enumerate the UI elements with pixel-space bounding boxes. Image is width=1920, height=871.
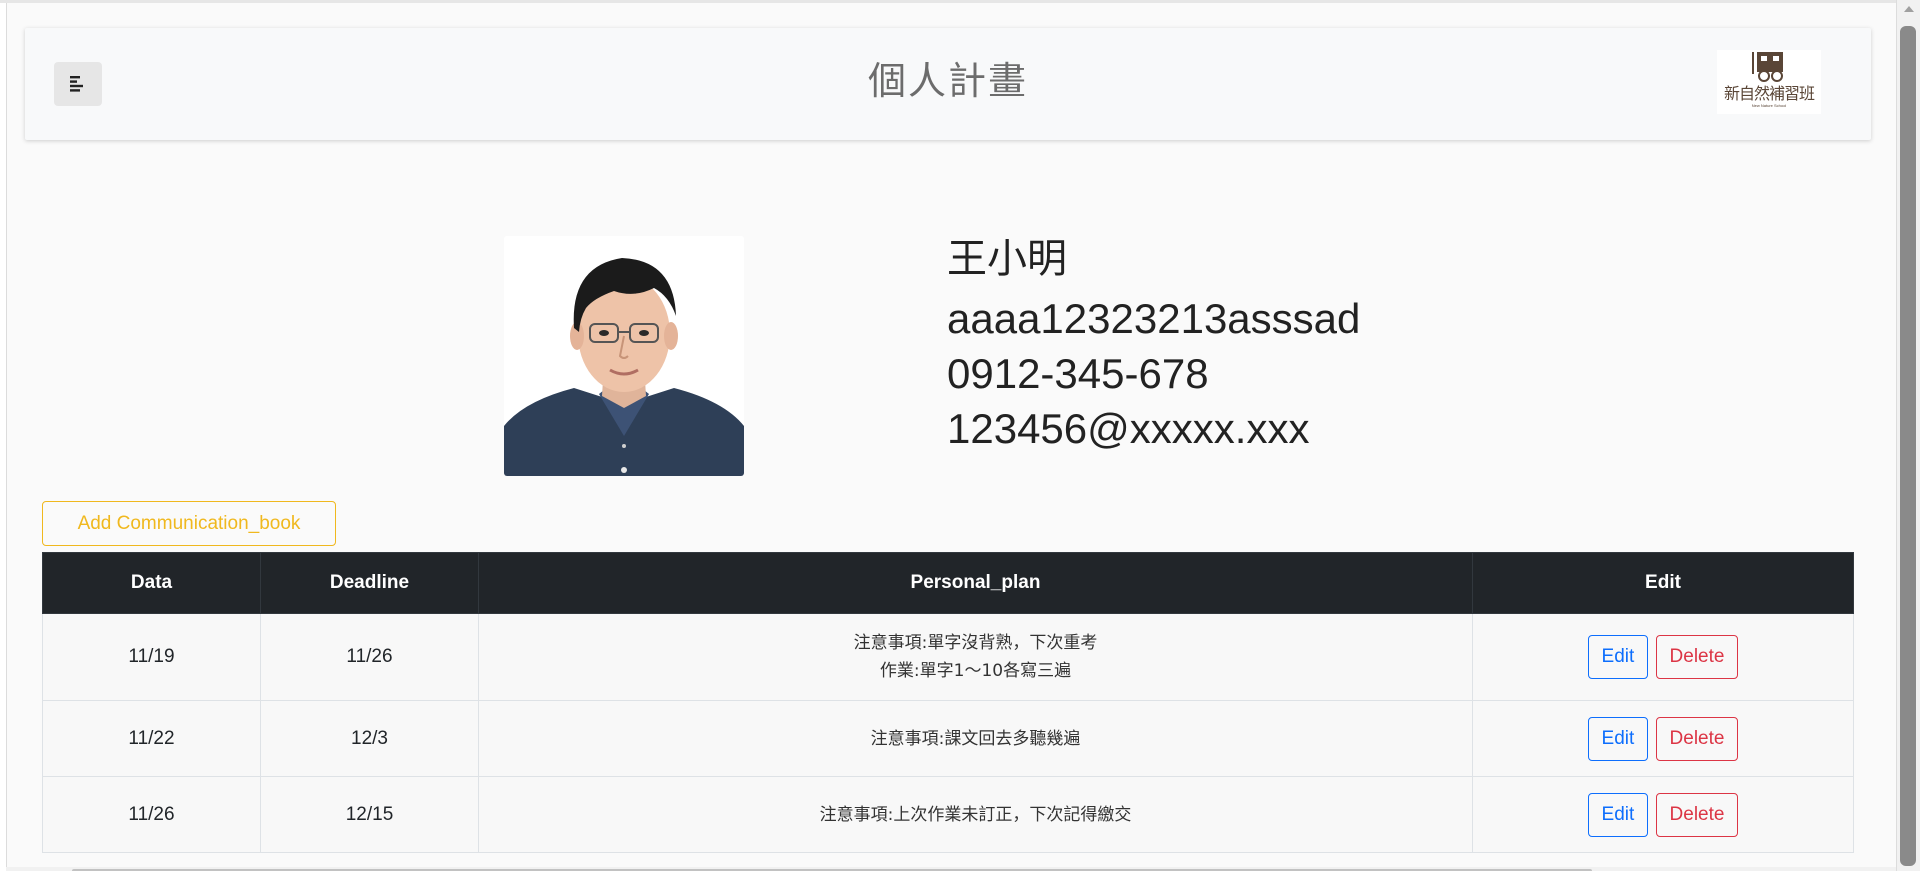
column-header-deadline: Deadline xyxy=(260,552,479,614)
horizontal-scrollbar[interactable] xyxy=(6,867,1896,871)
edit-button[interactable]: Edit xyxy=(1587,716,1649,761)
top-navbar: 個人計畫 新自然補習班 New Nature School xyxy=(25,28,1871,140)
vertical-scrollbar[interactable] xyxy=(1896,0,1920,871)
profile-email: 123456@xxxxx.xxx xyxy=(947,405,1310,452)
profile-username: aaaa12323213asssad xyxy=(947,295,1361,342)
cart-logo-icon xyxy=(1752,52,1783,82)
table-row: 11/22 12/3 注意事項:課文回去多聽幾遍 Edit Delete xyxy=(42,700,1854,777)
cell-plan: 注意事項:上次作業未訂正，下次記得繳交 xyxy=(478,776,1473,853)
cell-deadline: 12/15 xyxy=(260,776,479,853)
page-title: 個人計畫 xyxy=(867,59,1028,103)
table-header-row: Data Deadline Personal_plan Edit xyxy=(42,552,1854,614)
delete-button[interactable]: Delete xyxy=(1655,635,1739,679)
profile-avatar xyxy=(504,236,744,476)
logo-subtext: New Nature School xyxy=(1751,103,1787,108)
profile-phone: 0912-345-678 xyxy=(947,350,1209,397)
plan-text: 注意事項:課文回去多聽幾遍 xyxy=(870,728,1081,749)
column-header-personal-plan: Personal_plan xyxy=(478,552,1473,614)
profile-name: 王小明 xyxy=(947,236,1067,282)
brand-logo[interactable]: 新自然補習班 New Nature School xyxy=(1717,50,1821,114)
table-row: 11/19 11/26 注意事項:單字沒背熟，下次重考 作業:單字1～10各寫三… xyxy=(42,613,1854,701)
profile-info: 王小明 aaaa12323213asssad 0912-345-678 1234… xyxy=(947,229,1360,456)
column-header-edit: Edit xyxy=(1472,552,1854,614)
table-row: 11/26 12/15 注意事項:上次作業未訂正，下次記得繳交 Edit Del… xyxy=(42,776,1854,853)
page-viewport: 個人計畫 新自然補習班 New Nature School 王小明 aaaa12… xyxy=(0,0,1896,871)
cell-actions: Edit Delete xyxy=(1472,613,1854,701)
edit-button[interactable]: Edit xyxy=(1587,635,1649,679)
plan-table-wrapper: Data Deadline Personal_plan Edit 11/19 1… xyxy=(42,552,1854,853)
cell-plan: 注意事項:單字沒背熟，下次重考 作業:單字1～10各寫三遍 xyxy=(478,613,1473,701)
delete-button[interactable]: Delete xyxy=(1655,792,1739,837)
add-communication-book-button[interactable]: Add Communication_book xyxy=(42,501,336,546)
cell-deadline: 11/26 xyxy=(260,613,479,701)
plan-text: 注意事項:上次作業未訂正，下次記得繳交 xyxy=(819,804,1132,825)
plan-text: 注意事項:單字沒背熟，下次重考 作業:單字1～10各寫三遍 xyxy=(853,633,1098,681)
edit-button[interactable]: Edit xyxy=(1587,792,1649,837)
scroll-up-arrow-icon[interactable] xyxy=(1904,6,1914,12)
cell-actions: Edit Delete xyxy=(1472,700,1854,777)
vertical-scroll-thumb[interactable] xyxy=(1900,26,1916,866)
cell-actions: Edit Delete xyxy=(1472,776,1854,853)
cell-data: 11/19 xyxy=(42,613,261,701)
column-header-data: Data xyxy=(42,552,261,614)
delete-button[interactable]: Delete xyxy=(1655,716,1739,761)
cell-deadline: 12/3 xyxy=(260,700,479,777)
cell-plan: 注意事項:課文回去多聽幾遍 xyxy=(478,700,1473,777)
plan-table: Data Deadline Personal_plan Edit 11/19 1… xyxy=(42,552,1854,853)
left-edge xyxy=(0,3,7,871)
cell-data: 11/22 xyxy=(42,700,261,777)
logo-text: 新自然補習班 xyxy=(1723,84,1815,103)
cell-data: 11/26 xyxy=(42,776,261,853)
profile-photo xyxy=(504,236,744,476)
